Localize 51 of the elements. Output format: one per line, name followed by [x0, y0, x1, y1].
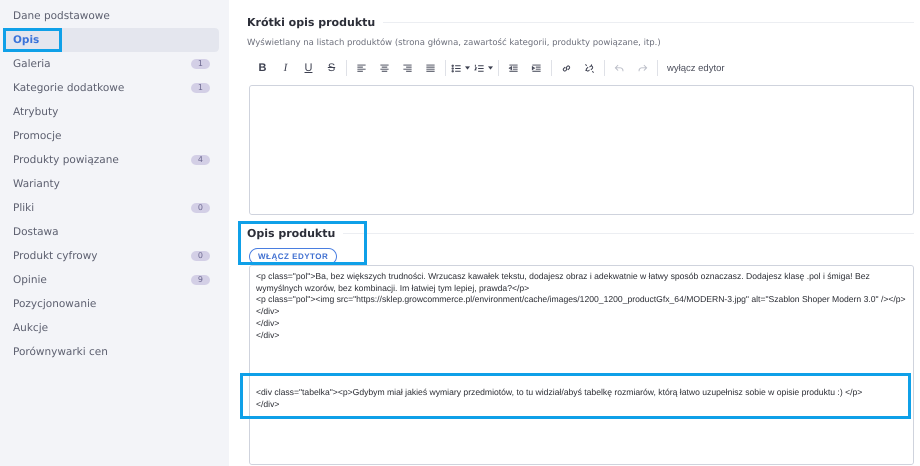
code-line: </div> — [256, 330, 280, 342]
italic-button[interactable]: I — [274, 59, 297, 77]
sidebar-item[interactable]: Opis — [5, 28, 219, 52]
code-line: <p class="pol">Ba, bez większych trudności. Wrzucasz kawałek tekstu, dodajesz obraz i adekwatnie w łatwy sposób oznaczasz. Dodajesz klasę .pol i śmiga! Bez wymyślnych wzorów, bez kombinacji. Im łatwiej tym lepiej, prawda?</p> — [256, 271, 871, 294]
sidebar-item[interactable]: Produkt cyfrowy 0 — [5, 244, 219, 268]
link-icon — [561, 62, 572, 74]
count-badge: 4 — [190, 155, 210, 165]
count-badge: 0 — [190, 251, 210, 261]
outdent-icon — [508, 62, 519, 74]
text-editor-field[interactable] — [249, 85, 914, 215]
sidebar-item[interactable]: Produkty powiązane 4 — [5, 148, 219, 172]
unlink-icon — [584, 62, 595, 74]
align-right-icon — [402, 62, 413, 74]
sidebar-item[interactable]: Atrybuty — [5, 100, 219, 124]
caret-icon — [488, 66, 493, 70]
sidebar-item[interactable]: Aukcje — [5, 316, 219, 340]
section-title: Opis produktu — [247, 227, 336, 240]
strike-button[interactable]: S — [320, 59, 343, 77]
sidebar-item[interactable]: Pliki 0 — [5, 196, 219, 220]
sidebar-item[interactable]: Warianty — [5, 172, 219, 196]
count-badge: 0 — [190, 203, 210, 213]
justify-icon — [425, 62, 436, 74]
sidebar-item[interactable]: Dane podstawowe — [5, 4, 219, 28]
bullet-list-icon — [451, 62, 462, 74]
sidebar-item[interactable]: Galeria 1 — [5, 52, 219, 76]
hint-text: Wyświetlany na listach produktów (strona główna, zawartość kategorii, produkty powiązane, itp.) — [247, 38, 662, 48]
section-title: Krótki opis produktu — [247, 16, 376, 29]
code-line: </div> — [256, 306, 280, 318]
count-badge: 1 — [190, 59, 210, 69]
sidebar-item[interactable]: Kategorie dodatkowe 1 — [5, 76, 219, 100]
sidebar-item[interactable]: Opinie 9 — [5, 268, 219, 292]
count-badge: 1 — [190, 83, 210, 93]
numbered-list-icon — [474, 62, 485, 74]
indent-icon — [531, 62, 542, 74]
caret-icon — [465, 66, 470, 70]
count-badge: 9 — [190, 275, 210, 285]
undo-icon — [614, 62, 625, 74]
align-center-icon — [379, 62, 390, 74]
bold-button[interactable]: B — [251, 59, 274, 77]
sidebar-item[interactable]: Promocje — [5, 124, 219, 148]
code-line: </div> — [256, 398, 280, 411]
align-left-icon — [356, 62, 367, 74]
code-line: </div> — [256, 318, 280, 330]
sidebar-item[interactable]: Pozycjonowanie — [5, 292, 219, 316]
sidebar-item[interactable]: Porównywarki cen — [5, 340, 219, 364]
redo-icon — [637, 62, 648, 74]
code-line: <p class="pol"><img src="https://sklep.growcommerce.pl/environment/cache/images/1200_1200_productGfx_64/MODERN-3.jpg" alt="Szablon Shoper Modern 3.0" /></p> — [256, 294, 907, 306]
sidebar-item[interactable]: Dostawa — [5, 220, 219, 244]
underline-button[interactable]: U — [297, 59, 320, 77]
code-line: <div class="tabelka"><p>Gdybym miał jakieś wymiary przedmiotów, to tu widział/abyś tabelkę rozmiarów, którą łatwo uzupełnisz sobie w opisie produktu :) </p> — [256, 387, 864, 399]
editor-toggle-button[interactable]: wyłącz edytor — [661, 59, 731, 77]
